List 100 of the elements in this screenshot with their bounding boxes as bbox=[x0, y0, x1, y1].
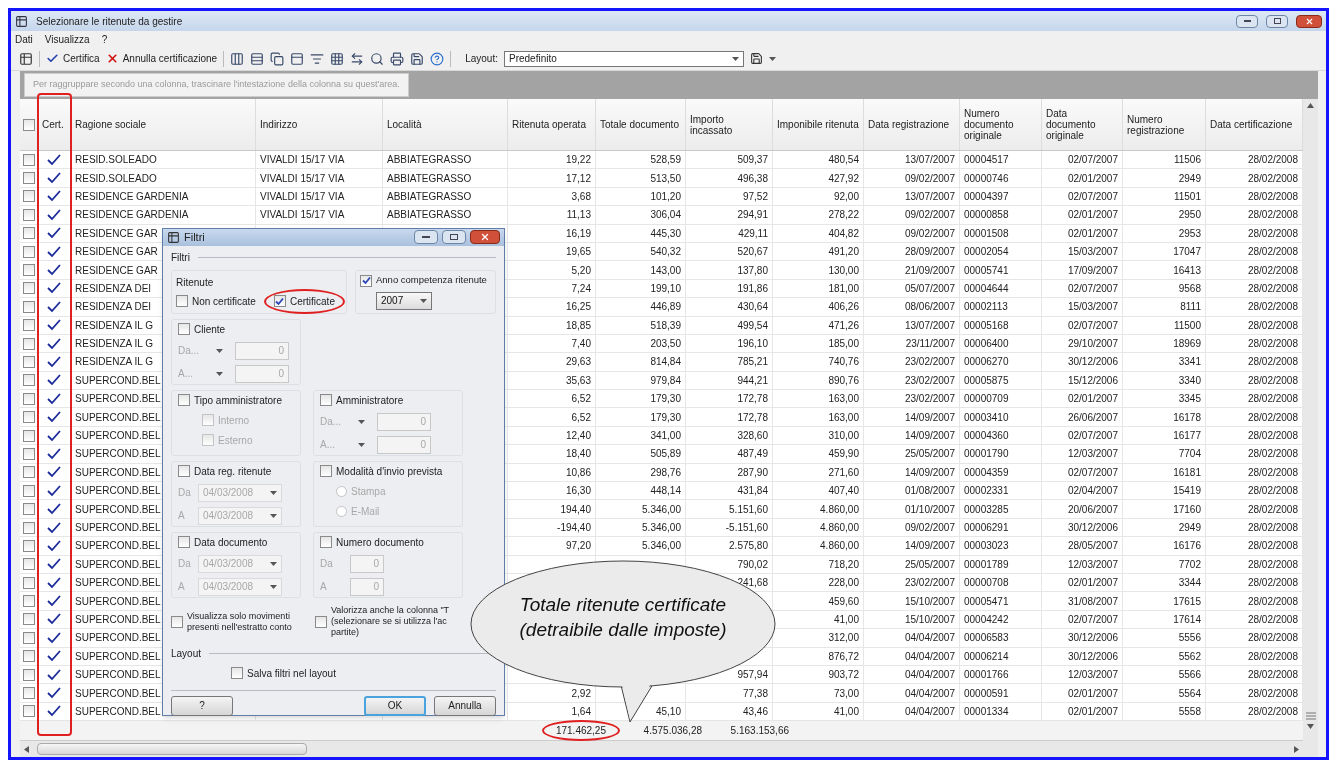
checkbox[interactable] bbox=[22, 374, 35, 387]
checkbox[interactable] bbox=[178, 394, 190, 406]
dialog-button[interactable]: ? bbox=[171, 695, 233, 716]
checkbox[interactable] bbox=[22, 392, 35, 405]
checkbox[interactable] bbox=[22, 429, 35, 442]
column-header[interactable]: Località bbox=[387, 119, 422, 130]
checkbox[interactable] bbox=[22, 521, 35, 534]
restore-button[interactable] bbox=[1266, 14, 1288, 28]
caret-icon[interactable] bbox=[270, 584, 277, 589]
checkbox[interactable] bbox=[22, 687, 35, 699]
save-icon[interactable] bbox=[410, 51, 425, 66]
checkbox[interactable] bbox=[178, 536, 190, 548]
caret-icon[interactable] bbox=[358, 442, 365, 447]
checkbox[interactable] bbox=[22, 484, 35, 497]
checkbox[interactable] bbox=[22, 264, 35, 277]
checkbox[interactable] bbox=[22, 705, 35, 718]
caret-icon[interactable] bbox=[270, 561, 277, 566]
panel-icon[interactable] bbox=[290, 51, 305, 66]
minimize-button[interactable] bbox=[1236, 14, 1258, 28]
caret-icon[interactable] bbox=[216, 348, 223, 353]
horizontal-scrollbar[interactable] bbox=[20, 741, 1303, 758]
checkbox[interactable] bbox=[22, 356, 35, 368]
caret-icon[interactable] bbox=[358, 419, 365, 424]
checkbox[interactable] bbox=[202, 414, 214, 426]
save-icon[interactable] bbox=[750, 52, 763, 65]
checkbox[interactable] bbox=[202, 434, 214, 446]
filter-icon[interactable] bbox=[310, 51, 325, 66]
radio-button[interactable] bbox=[336, 485, 347, 497]
caret-icon[interactable] bbox=[420, 298, 427, 303]
down-arrow-icon[interactable] bbox=[1307, 724, 1314, 730]
help-icon[interactable] bbox=[430, 51, 445, 66]
layout-dropdown[interactable]: Predefinito bbox=[504, 50, 744, 67]
copy-icon[interactable] bbox=[270, 51, 285, 66]
checkbox[interactable] bbox=[22, 282, 35, 295]
close-button[interactable] bbox=[1296, 14, 1322, 28]
checkbox[interactable] bbox=[22, 245, 35, 258]
up-arrow-icon[interactable] bbox=[1307, 103, 1314, 108]
vertical-scrollbar[interactable] bbox=[1303, 99, 1318, 758]
column-header[interactable]: Importo incassato bbox=[690, 113, 768, 136]
checkbox[interactable] bbox=[178, 323, 190, 335]
right-arrow-icon[interactable] bbox=[1294, 745, 1299, 753]
checkbox[interactable] bbox=[22, 300, 35, 313]
checkbox[interactable] bbox=[22, 558, 35, 571]
column-header[interactable]: Data registrazione bbox=[868, 119, 950, 130]
checkbox[interactable] bbox=[22, 539, 35, 552]
printer-icon[interactable] bbox=[390, 51, 405, 66]
maximize-button[interactable] bbox=[442, 230, 466, 245]
checkbox[interactable] bbox=[22, 631, 35, 644]
caret-icon[interactable] bbox=[732, 56, 739, 61]
caret-icon[interactable] bbox=[270, 513, 277, 518]
checkbox[interactable] bbox=[22, 503, 35, 516]
column-header[interactable]: Data documento originale bbox=[1046, 108, 1118, 141]
dialog-button[interactable]: Annulla bbox=[434, 695, 496, 716]
checkbox[interactable] bbox=[22, 668, 35, 681]
checkbox[interactable] bbox=[360, 274, 372, 287]
checkbox[interactable] bbox=[320, 394, 332, 406]
column-header[interactable]: Cert. bbox=[42, 119, 64, 130]
checkbox[interactable] bbox=[22, 153, 35, 166]
checkbox[interactable] bbox=[22, 613, 35, 626]
caret-icon[interactable] bbox=[769, 56, 776, 61]
cancel-certification-button[interactable]: Annulla certificazione bbox=[105, 51, 218, 66]
column-header[interactable]: Ragione sociale bbox=[75, 119, 147, 130]
checkbox[interactable] bbox=[22, 576, 35, 589]
rows-icon[interactable] bbox=[250, 51, 265, 66]
checkbox[interactable] bbox=[178, 465, 190, 477]
checkbox[interactable] bbox=[273, 295, 286, 307]
close-button[interactable] bbox=[470, 230, 500, 245]
checkbox[interactable] bbox=[22, 650, 35, 663]
checkbox[interactable] bbox=[22, 466, 35, 479]
menu-item[interactable]: ? bbox=[101, 31, 108, 47]
checkbox[interactable] bbox=[22, 190, 35, 203]
left-arrow-icon[interactable] bbox=[24, 745, 29, 753]
grid-icon[interactable] bbox=[330, 51, 345, 66]
checkbox[interactable] bbox=[315, 615, 327, 628]
column-header[interactable]: Numero documento originale bbox=[964, 108, 1037, 141]
checkbox[interactable] bbox=[171, 615, 183, 628]
certify-button[interactable]: Certifica bbox=[46, 51, 100, 66]
arrows-icon[interactable] bbox=[350, 51, 365, 66]
checkbox[interactable] bbox=[22, 411, 35, 424]
checkbox[interactable] bbox=[22, 595, 35, 608]
checkbox[interactable] bbox=[320, 465, 332, 477]
checkbox[interactable] bbox=[22, 337, 35, 350]
checkbox[interactable] bbox=[231, 667, 243, 679]
checkbox[interactable] bbox=[22, 447, 35, 460]
checkbox[interactable] bbox=[22, 208, 35, 221]
checkbox[interactable] bbox=[22, 118, 35, 131]
radio-button[interactable] bbox=[336, 505, 347, 517]
column-header[interactable]: Data certificazione bbox=[1210, 119, 1293, 130]
columns-icon[interactable] bbox=[230, 51, 245, 66]
menu-item[interactable]: Visualizza bbox=[44, 31, 90, 47]
year-dropdown[interactable]: 2007 bbox=[376, 291, 432, 310]
column-header[interactable]: Imponibile ritenuta bbox=[777, 119, 859, 130]
checkbox[interactable] bbox=[22, 227, 35, 240]
table-icon[interactable] bbox=[19, 51, 33, 66]
column-header[interactable]: Totale documento bbox=[600, 119, 679, 130]
column-header[interactable]: Numero registrazione bbox=[1127, 113, 1201, 136]
minimize-button[interactable] bbox=[414, 230, 438, 245]
dialog-button[interactable]: OK bbox=[364, 695, 426, 716]
caret-icon[interactable] bbox=[216, 371, 223, 376]
checkbox[interactable] bbox=[22, 172, 35, 185]
